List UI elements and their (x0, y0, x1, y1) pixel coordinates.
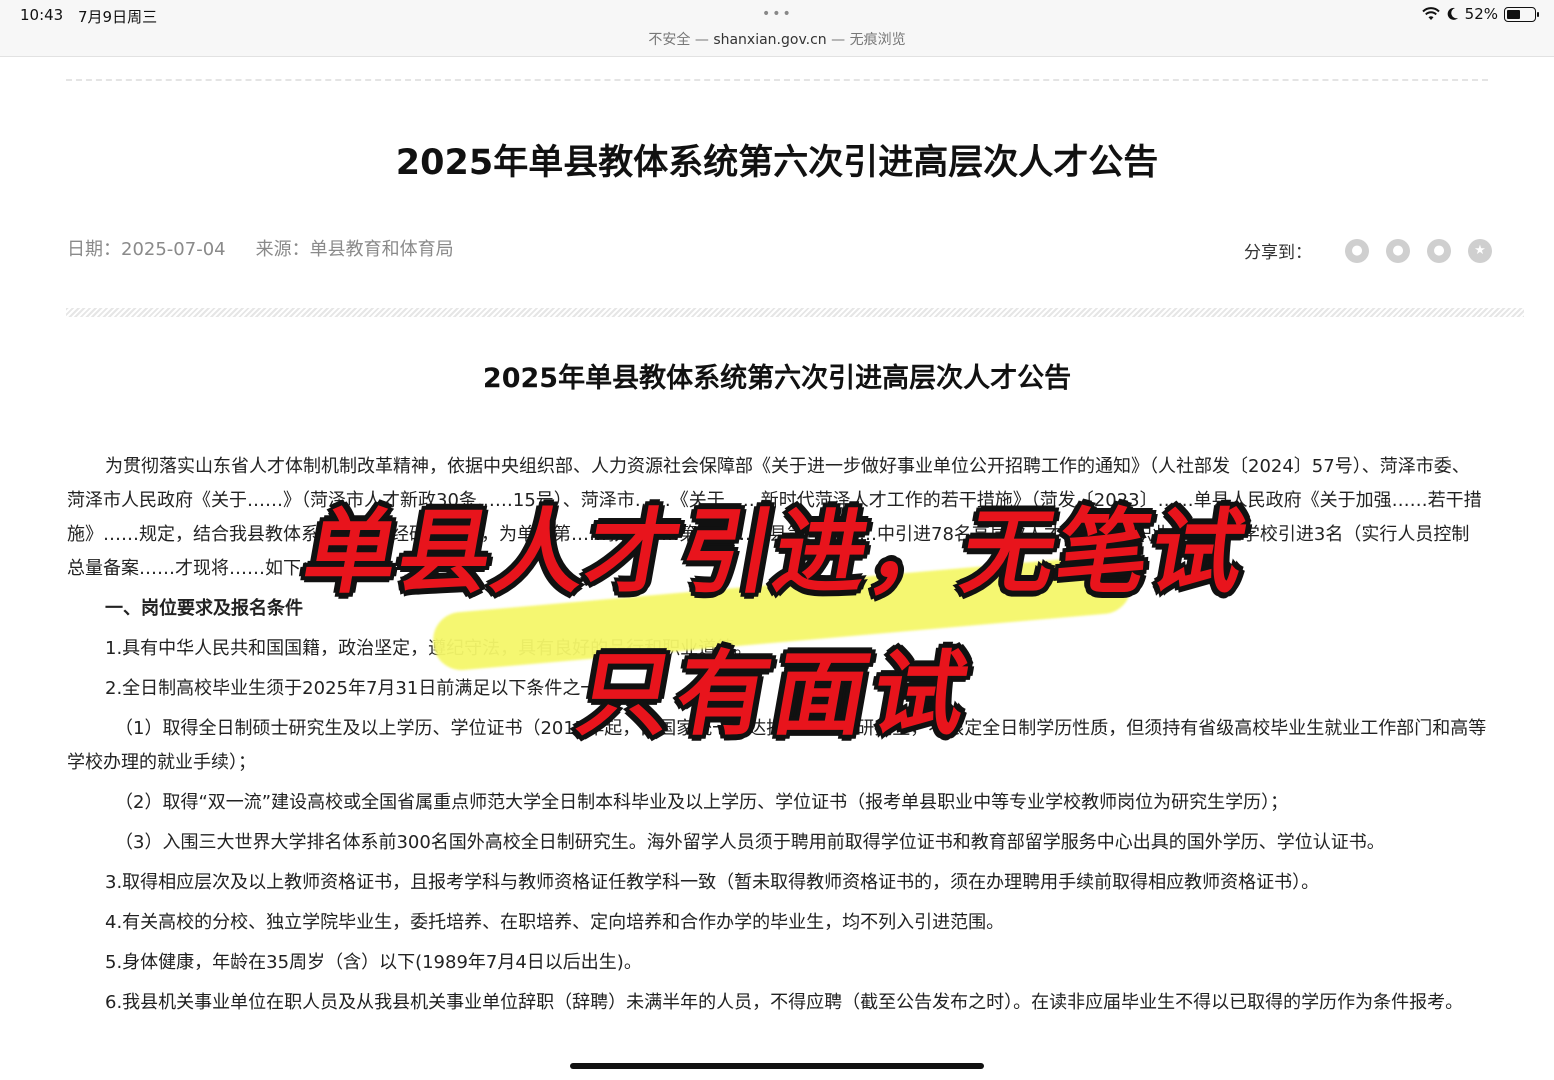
status-date: 7月9日周三 (78, 8, 158, 26)
more-dots-icon[interactable]: ••• (762, 6, 793, 22)
requirement-item: 6.我县机关事业单位在职人员及从我县机关事业单位辞职（辞聘）未满半年的人员，不得… (105, 992, 1464, 1013)
requirement-item: 4.有关高校的分校、独立学院毕业生，委托培养、在职培养、定向培养和合作办学的毕业… (105, 912, 1005, 933)
battery-icon (1504, 6, 1539, 22)
requirement-subitem: （3）入围三大世界大学排名体系前300名国外高校全日制研究生。海外留学人员须于聘… (115, 832, 1385, 853)
weibo-icon[interactable]: ● (1386, 238, 1410, 263)
url-host: shanxian.gov.cn (713, 32, 827, 48)
qq-icon[interactable]: ● (1427, 238, 1451, 263)
battery-level (1507, 9, 1521, 19)
battery-percent: 52% (1464, 5, 1498, 23)
url-prefix: 不安全 — (648, 32, 714, 48)
overlay-headline: 单县人才引进，无笔试 (296, 499, 1256, 606)
divider (66, 79, 1488, 81)
status-right: 52% (1421, 5, 1539, 23)
article-meta: 日期：2025-07-04 来源：单县教育和体育局 (67, 235, 454, 261)
requirement-subitem: （2）取得“双一流”建设高校或全国省属重点师范大学全日制本科毕业及以上学历、学位… (115, 792, 1289, 813)
share-label: 分享到： (1244, 243, 1312, 263)
requirement-item: 3.取得相应层次及以上教师资格证书，且报考学科与教师资格证任教学科一致（暂未取得… (105, 872, 1320, 893)
status-bar: 10:43 7月9日周三 ••• 不安全 — shanxian.gov.cn —… (0, 0, 1554, 57)
page-title: 2025年单县教体系统第六次引进高层次人才公告 (395, 143, 1159, 183)
hatched-divider (66, 308, 1524, 317)
overlay-subheadline: 只有面试 (570, 641, 982, 748)
home-indicator[interactable] (570, 1063, 984, 1069)
wechat-icon[interactable]: ● (1345, 238, 1369, 263)
document-title: 2025年单县教体系统第六次引进高层次人才公告 (482, 363, 1072, 394)
requirement-item: 5.身体健康，年龄在35周岁（含）以下(1989年7月4日以后出生)。 (105, 952, 642, 973)
status-time: 10:43 (20, 6, 64, 24)
share-bar: 分享到： ● ● ● ★ (1244, 238, 1492, 263)
url-suffix: — 无痕浏览 (826, 32, 906, 48)
article-source: 来源：单县教育和体育局 (255, 239, 454, 260)
address-bar[interactable]: 不安全 — shanxian.gov.cn — 无痕浏览 (0, 29, 1554, 49)
qzone-icon[interactable]: ★ (1468, 238, 1492, 263)
wifi-icon (1421, 7, 1440, 20)
publish-date: 日期：2025-07-04 (67, 239, 226, 260)
moon-icon (1447, 7, 1458, 20)
